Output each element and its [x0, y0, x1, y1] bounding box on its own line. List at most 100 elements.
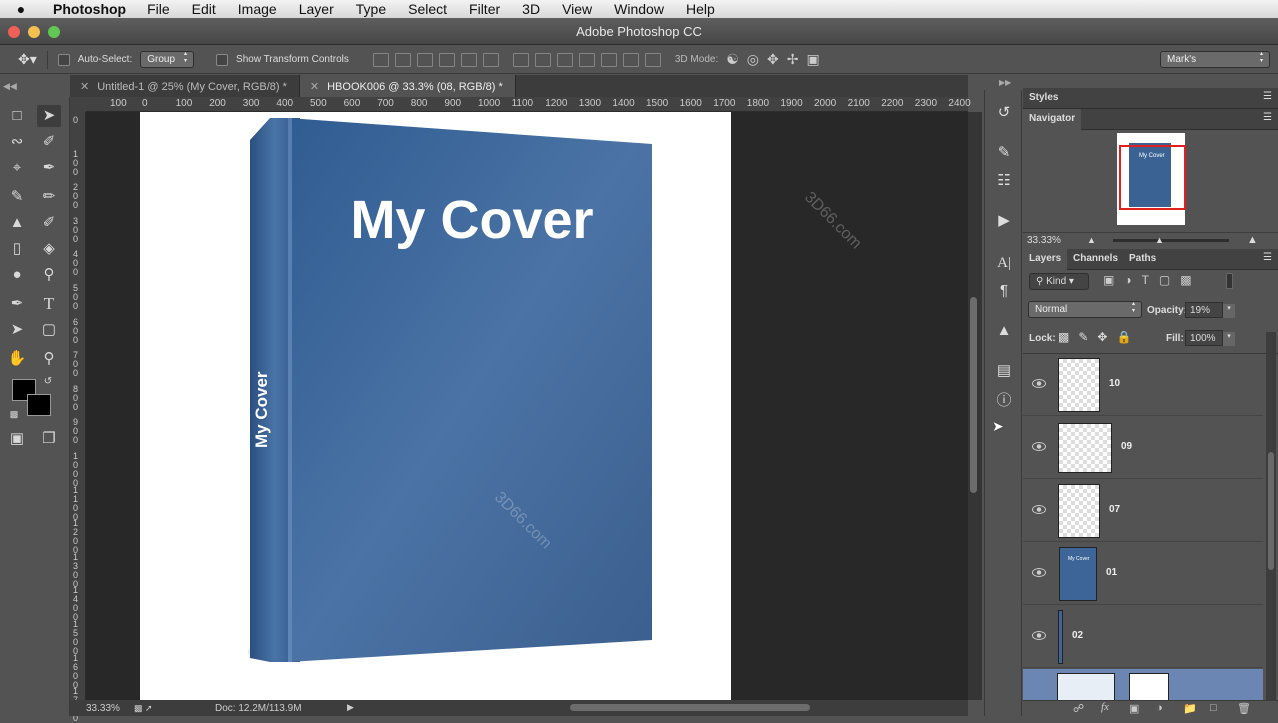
zoom-out-icon[interactable]: ▲ — [1087, 235, 1096, 245]
menu-type[interactable]: Type — [345, 1, 397, 17]
3d-scale-icon[interactable]: ▣ — [806, 51, 819, 68]
new-layer-icon[interactable]: □ — [1210, 702, 1217, 714]
pen-tool-icon[interactable]: ✒ — [5, 293, 29, 315]
tab-paths[interactable]: Paths — [1123, 249, 1162, 269]
layer-row[interactable]: 10 — [1023, 354, 1263, 416]
scroll-thumb[interactable] — [970, 297, 977, 493]
actions-panel-icon[interactable]: ▶ — [992, 210, 1016, 232]
close-tab-icon[interactable]: ✕ — [310, 81, 319, 93]
type-tool-icon[interactable]: T — [37, 293, 61, 315]
layers-scrollbar[interactable] — [1266, 332, 1276, 700]
history-brush-tool-icon[interactable]: ✐ — [37, 212, 61, 234]
layer-name[interactable]: 01 — [1106, 567, 1117, 578]
layer-filter-icons[interactable]: ▣◑T▢▩ — [1103, 273, 1202, 287]
distribute-top-icon[interactable] — [512, 52, 529, 67]
layer-name[interactable]: 07 — [1109, 504, 1120, 515]
fill-input[interactable]: 100% — [1185, 330, 1223, 346]
document-canvas[interactable]: My Cover My Cover — [140, 112, 731, 700]
canvas-area[interactable]: My Cover My Cover 3D66.com 3D66.com 3D66… — [86, 112, 968, 700]
delete-layer-icon[interactable]: 🗑 — [1237, 702, 1251, 715]
visibility-eye-icon[interactable] — [1032, 568, 1046, 577]
workspace-dropdown[interactable]: Mark's — [1160, 51, 1270, 68]
add-mask-icon[interactable]: ▣ — [1129, 702, 1139, 715]
canvas-vertical-scrollbar[interactable] — [968, 112, 982, 700]
dodge-tool-icon[interactable]: ⚲ — [37, 264, 61, 286]
align-vcenter-icon[interactable] — [394, 52, 411, 67]
menu-help[interactable]: Help — [675, 1, 726, 17]
brush-panel-icon[interactable]: ✎ — [992, 142, 1016, 164]
book-cover-mockup[interactable]: My Cover My Cover — [248, 118, 652, 662]
fx-icon[interactable]: fx — [1101, 701, 1109, 713]
zoom-in-icon[interactable]: ▲ — [1247, 234, 1258, 246]
paragraph-panel-icon[interactable]: ¶ — [992, 280, 1016, 302]
opacity-input[interactable]: 19% — [1185, 302, 1223, 318]
marquee-tool-icon[interactable]: □ — [5, 105, 29, 127]
menu-view[interactable]: View — [551, 1, 603, 17]
visibility-eye-icon[interactable] — [1032, 379, 1046, 388]
adjustments-panel-icon[interactable]: ☷ — [992, 170, 1016, 192]
lasso-tool-icon[interactable]: ∾ — [5, 131, 29, 153]
crop-tool-icon[interactable]: ⌖ — [5, 157, 29, 179]
align-top-icon[interactable] — [372, 52, 389, 67]
auto-align-icon[interactable] — [644, 52, 661, 67]
menu-app[interactable]: Photoshop — [42, 1, 136, 17]
3d-panel-icon[interactable]: ▲ — [992, 320, 1016, 342]
menu-file[interactable]: File — [136, 1, 181, 17]
layer-name[interactable]: 02 — [1072, 630, 1083, 641]
distribute-hcenter-icon[interactable] — [600, 52, 617, 67]
zoom-level[interactable]: 33.33% — [86, 703, 120, 714]
layer-name[interactable]: 10 — [1109, 378, 1120, 389]
3d-orbit-icon[interactable]: ☯ — [726, 51, 739, 68]
3d-pan-icon[interactable]: ✥ — [767, 51, 779, 68]
menu-window[interactable]: Window — [603, 1, 675, 17]
new-group-icon[interactable]: 📁 — [1183, 702, 1197, 715]
tab-hbook006[interactable]: ✕ HBOOK006 @ 33.3% (08, RGB/8) * — [299, 75, 516, 97]
fill-slider-icon[interactable]: ▾ — [1223, 332, 1235, 346]
status-icons[interactable]: ▩ ➚ — [134, 703, 153, 714]
visibility-eye-icon[interactable] — [1032, 442, 1046, 451]
tab-untitled-1[interactable]: ✕ Untitled-1 @ 25% (My Cover, RGB/8) * — [70, 75, 300, 97]
layer-row-selected[interactable] — [1023, 669, 1263, 700]
3d-slide-icon[interactable]: ✢ — [787, 51, 799, 68]
healing-brush-tool-icon[interactable]: ✎ — [5, 186, 29, 208]
shape-tool-icon[interactable]: ▢ — [37, 319, 61, 341]
show-transform-checkbox[interactable] — [216, 53, 229, 66]
opacity-slider-icon[interactable]: ▾ — [1223, 304, 1235, 318]
quick-mask-icon[interactable]: ▣ — [5, 428, 29, 450]
panel-menu-icon[interactable]: ☰ — [1263, 252, 1272, 263]
brush-tool-icon[interactable]: ✏ — [37, 186, 61, 208]
move-tool-icon[interactable]: ➤ — [37, 105, 61, 127]
tab-styles[interactable]: Styles — [1023, 88, 1064, 108]
layer-name[interactable]: 09 — [1121, 441, 1132, 452]
link-layers-icon[interactable]: ☍ — [1073, 702, 1084, 715]
move-tool-icon[interactable]: ✥▾ — [18, 51, 37, 68]
align-left-icon[interactable] — [438, 52, 455, 67]
distribute-bottom-icon[interactable] — [556, 52, 573, 67]
menu-edit[interactable]: Edit — [181, 1, 227, 17]
zoom-slider-handle[interactable]: ▲ — [1155, 235, 1164, 245]
layers-scroll-thumb[interactable] — [1268, 452, 1274, 570]
menu-filter[interactable]: Filter — [458, 1, 511, 17]
history-panel-icon[interactable]: ↺ — [992, 102, 1016, 124]
navigator-thumbnail[interactable]: My Cover — [1117, 133, 1186, 225]
navigator-zoom[interactable]: 33.33% — [1027, 235, 1061, 246]
layer-row[interactable]: 09 — [1023, 417, 1263, 479]
distribute-vcenter-icon[interactable] — [534, 52, 551, 67]
panel-menu-icon[interactable]: ☰ — [1263, 91, 1272, 102]
properties-panel-icon[interactable]: ▤ — [992, 360, 1016, 382]
align-right-icon[interactable] — [482, 52, 499, 67]
screen-mode-icon[interactable]: ❐ — [37, 428, 61, 450]
apple-menu-icon[interactable]: ● — [0, 1, 42, 17]
align-hcenter-icon[interactable] — [460, 52, 477, 67]
background-color-swatch[interactable] — [27, 394, 51, 416]
info-panel-icon[interactable]: ⓘ — [992, 390, 1016, 412]
tab-channels[interactable]: Channels — [1067, 249, 1124, 269]
default-colors-icon[interactable]: ▩ — [2, 403, 26, 425]
3d-roll-icon[interactable]: ◎ — [747, 51, 759, 68]
collapse-toolbox-icon[interactable]: ◀◀ — [3, 81, 17, 92]
quick-select-tool-icon[interactable]: ✐ — [37, 131, 61, 153]
filter-kind-dropdown[interactable]: ⚲ Kind ▾ — [1029, 273, 1089, 290]
zoom-slider-track[interactable] — [1113, 239, 1229, 242]
auto-select-dropdown[interactable]: Group — [140, 51, 195, 68]
adjustment-layer-icon[interactable]: ◑ — [1156, 702, 1163, 714]
